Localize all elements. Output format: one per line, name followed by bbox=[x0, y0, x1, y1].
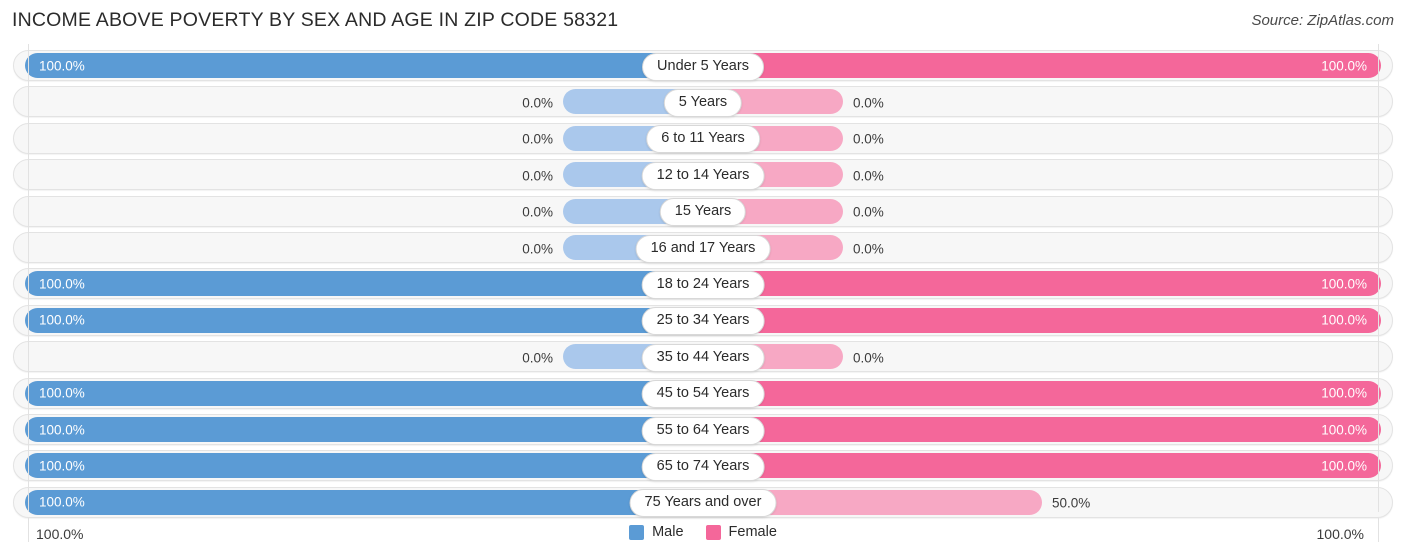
bar-value-male: 100.0% bbox=[39, 58, 85, 73]
bar-female[interactable]: 100.0% bbox=[703, 271, 1381, 297]
row-category-label: 55 to 64 Years bbox=[641, 416, 765, 445]
bar-value-male: 0.0% bbox=[522, 131, 553, 147]
bar-value-female: 0.0% bbox=[853, 241, 884, 256]
bar-value-male: 100.0% bbox=[39, 494, 85, 510]
chart-row: 100.0% 100.0% 45 to 54 Years bbox=[0, 377, 1406, 411]
bar-female[interactable]: 100.0% bbox=[703, 380, 1381, 406]
chart-row: 0.0% 0.0% 15 Years bbox=[0, 195, 1406, 229]
legend-label-male: Male bbox=[652, 524, 684, 540]
chart-row: 100.0% 100.0% 18 to 24 Years bbox=[0, 268, 1406, 301]
bar-value-female: 100.0% bbox=[1321, 312, 1367, 328]
bar-male[interactable]: 100.0% bbox=[25, 271, 703, 297]
bar-female[interactable]: 100.0% bbox=[703, 417, 1381, 442]
gridline-left bbox=[28, 44, 29, 512]
bar-male[interactable]: 100.0% bbox=[25, 417, 703, 442]
legend-swatch-male bbox=[629, 524, 645, 540]
bar-value-female: 0.0% bbox=[853, 350, 884, 366]
legend-swatch-female bbox=[705, 524, 721, 540]
source-attribution: Source: ZipAtlas.com bbox=[1251, 12, 1394, 29]
chart-row: 100.0% 100.0% 65 to 74 Years bbox=[0, 450, 1406, 483]
row-category-label: 5 Years bbox=[663, 88, 743, 117]
row-category-label: 25 to 34 Years bbox=[641, 307, 765, 336]
row-category-label: Under 5 Years bbox=[642, 52, 764, 81]
chart-header: INCOME ABOVE POVERTY BY SEX AND AGE IN Z… bbox=[0, 0, 1406, 44]
legend-item-male[interactable]: Male bbox=[629, 524, 684, 540]
row-category-label: 45 to 54 Years bbox=[641, 380, 765, 409]
bar-value-female: 0.0% bbox=[853, 95, 884, 111]
bar-male[interactable]: 100.0% bbox=[25, 489, 703, 515]
row-category-label: 6 to 11 Years bbox=[646, 125, 760, 154]
chart-row: 0.0% 0.0% 35 to 44 Years bbox=[0, 341, 1406, 374]
chart-row: 0.0% 0.0% 6 to 11 Years bbox=[0, 122, 1406, 156]
legend-label-female: Female bbox=[728, 524, 777, 540]
bar-value-male: 0.0% bbox=[522, 241, 553, 256]
chart-row: 100.0% 100.0% 25 to 34 Years bbox=[0, 304, 1406, 338]
bar-value-male: 0.0% bbox=[522, 350, 553, 366]
row-category-label: 75 Years and over bbox=[629, 489, 777, 518]
row-category-label: 15 Years bbox=[659, 198, 747, 227]
bar-female[interactable]: 100.0% bbox=[703, 307, 1381, 333]
bar-female[interactable]: 100.0% bbox=[703, 53, 1381, 78]
bar-value-male: 0.0% bbox=[522, 168, 553, 184]
bar-value-female: 100.0% bbox=[1321, 276, 1367, 292]
chart-row: 100.0% 100.0% 55 to 64 Years bbox=[0, 414, 1406, 447]
bar-value-male: 0.0% bbox=[522, 95, 553, 111]
bar-male[interactable]: 100.0% bbox=[25, 380, 703, 406]
chart-row: 0.0% 0.0% 16 and 17 Years bbox=[0, 232, 1406, 265]
bar-value-male: 100.0% bbox=[39, 422, 85, 437]
bar-male[interactable]: 100.0% bbox=[25, 307, 703, 333]
bar-male[interactable]: 100.0% bbox=[25, 453, 703, 479]
bar-value-male: 100.0% bbox=[39, 458, 85, 474]
bar-female[interactable]: 100.0% bbox=[703, 453, 1381, 479]
bar-value-female: 0.0% bbox=[853, 131, 884, 147]
bar-value-female: 100.0% bbox=[1321, 385, 1367, 401]
bar-value-female: 100.0% bbox=[1321, 58, 1367, 73]
bar-value-male: 0.0% bbox=[522, 204, 553, 220]
bar-value-female: 100.0% bbox=[1321, 458, 1367, 474]
bar-value-female: 0.0% bbox=[853, 204, 884, 220]
row-category-label: 16 and 17 Years bbox=[635, 234, 771, 263]
row-category-label: 35 to 44 Years bbox=[641, 343, 765, 372]
chart-row: 0.0% 0.0% 12 to 14 Years bbox=[0, 159, 1406, 192]
gridline-right bbox=[1378, 44, 1379, 512]
legend-item-female[interactable]: Female bbox=[705, 524, 777, 540]
chart-row: 100.0% 50.0% 75 Years and over bbox=[0, 486, 1406, 520]
bar-value-male: 100.0% bbox=[39, 276, 85, 292]
chart-plot-area: 100.0% 100.0% Under 5 Years 0.0% 0.0% 5 Years… bbox=[0, 44, 1406, 518]
bar-value-female: 100.0% bbox=[1321, 422, 1367, 437]
page-title: INCOME ABOVE POVERTY BY SEX AND AGE IN Z… bbox=[12, 9, 619, 31]
chart-footer: 100.0% 100.0% Male Female bbox=[0, 516, 1406, 558]
chart-legend: Male Female bbox=[0, 524, 1406, 540]
bar-value-female: 0.0% bbox=[853, 168, 884, 184]
bar-value-female: 50.0% bbox=[1052, 495, 1091, 511]
chart-row: 0.0% 0.0% 5 Years bbox=[0, 86, 1406, 119]
bar-value-male: 100.0% bbox=[39, 385, 85, 401]
row-category-label: 12 to 14 Years bbox=[641, 161, 765, 190]
chart-row: 100.0% 100.0% Under 5 Years bbox=[0, 50, 1406, 83]
bar-value-male: 100.0% bbox=[39, 312, 85, 328]
row-category-label: 18 to 24 Years bbox=[641, 270, 765, 299]
bar-male[interactable]: 100.0% bbox=[25, 53, 703, 78]
row-category-label: 65 to 74 Years bbox=[641, 452, 765, 481]
